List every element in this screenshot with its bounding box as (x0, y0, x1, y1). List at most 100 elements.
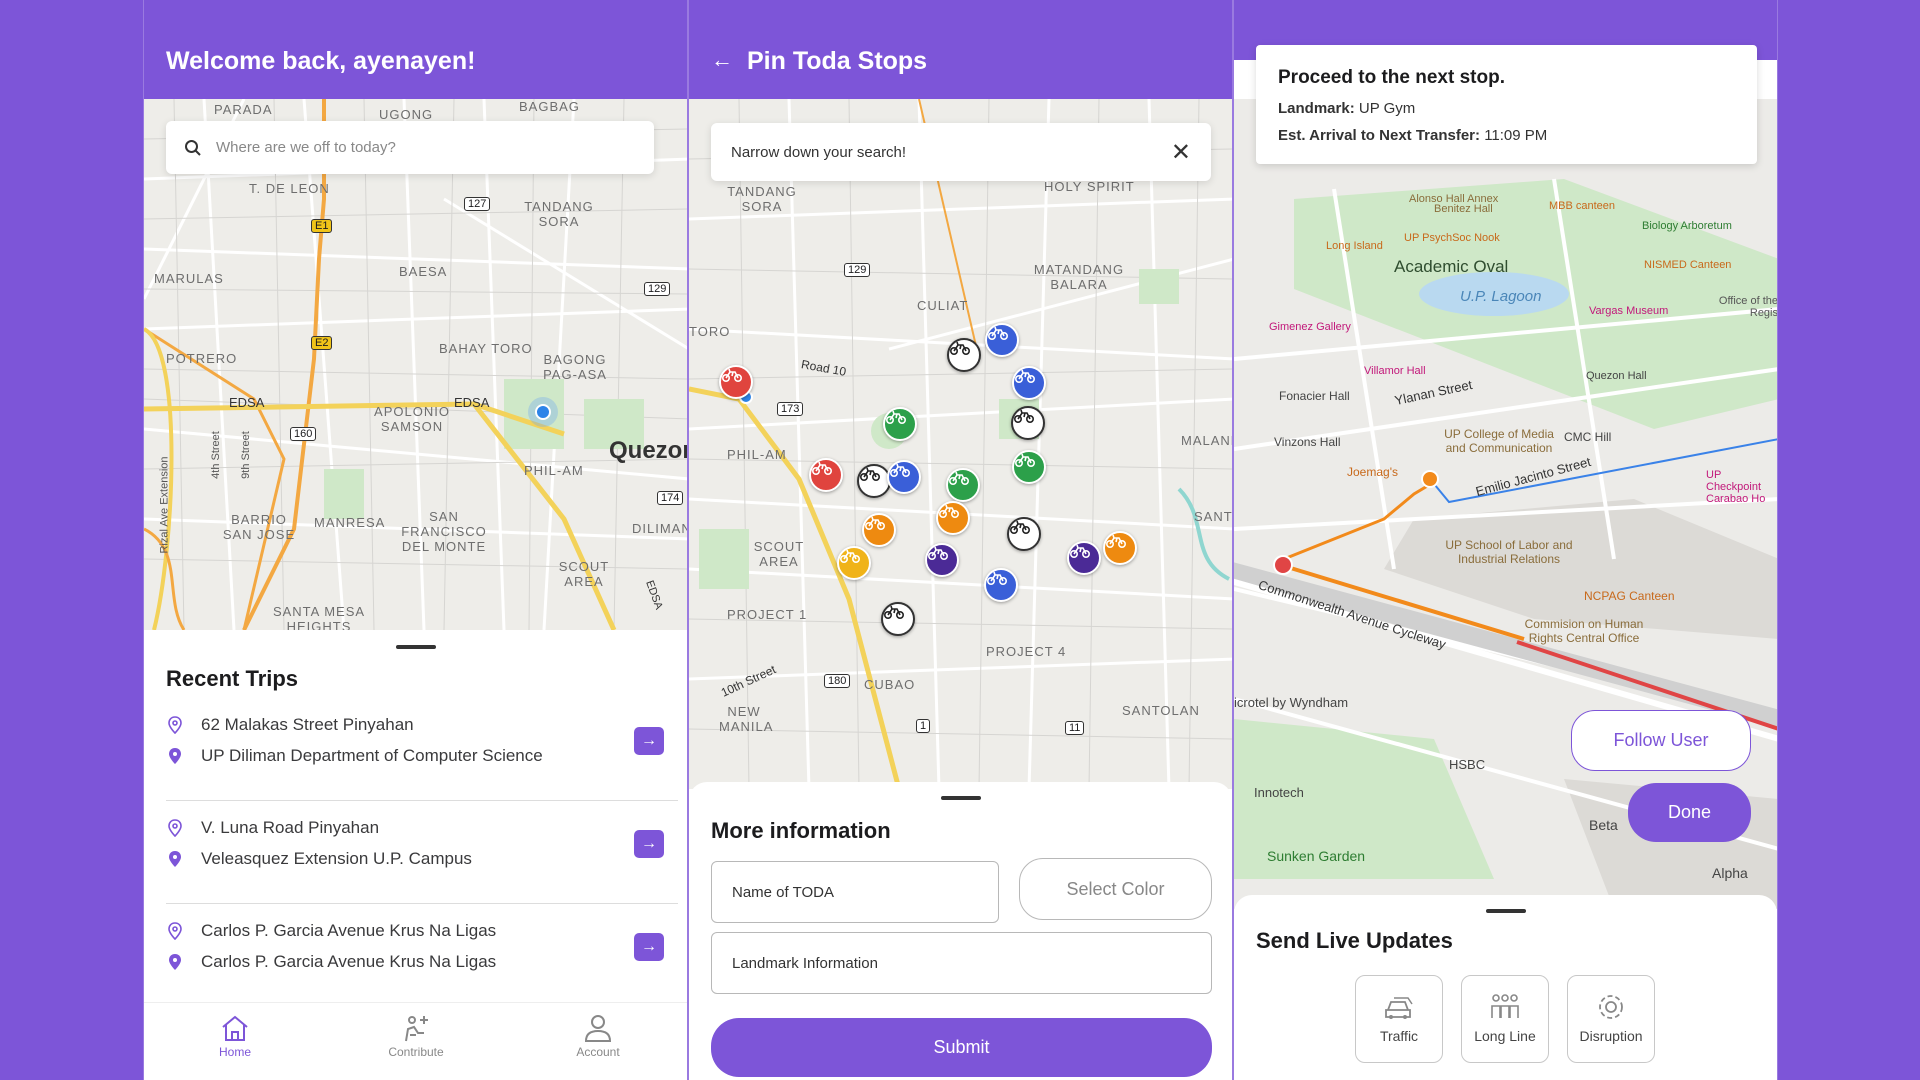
tab-account[interactable]: Account (548, 1013, 648, 1059)
tab-contribute-label: Contribute (388, 1045, 444, 1059)
tricycle-icon (811, 461, 833, 476)
map-poi-label: Vargas Museum (1589, 305, 1669, 317)
tricycle-icon (859, 467, 881, 482)
toda-stop-marker[interactable] (883, 407, 917, 441)
disruption-label: Disruption (1579, 1028, 1643, 1044)
done-button[interactable]: Done (1628, 783, 1751, 842)
disruption-button[interactable]: Disruption (1567, 975, 1655, 1063)
toda-stop-marker[interactable] (1012, 366, 1046, 400)
toda-stop-marker[interactable] (925, 543, 959, 577)
map-label: Quezon (609, 437, 687, 464)
map-poi-label: HSBC (1449, 757, 1486, 772)
map-poi-label: Vinzons Hall (1274, 435, 1341, 449)
map-label: PHIL-AM (524, 463, 584, 478)
pin-search-bar[interactable]: Narrow down your search! ✕ (711, 123, 1211, 181)
tab-contribute[interactable]: Contribute (366, 1013, 466, 1059)
tricycle-icon (721, 368, 743, 383)
select-color-button[interactable]: Select Color (1019, 858, 1212, 920)
toda-stop-marker[interactable] (1103, 531, 1137, 565)
map-label: MANRESA (314, 515, 386, 530)
map-label: BAHAY TORO (439, 341, 533, 356)
follow-user-button[interactable]: Follow User (1571, 710, 1751, 771)
arrow-right-icon: → (641, 938, 657, 955)
account-icon (584, 1015, 612, 1042)
map-label: PROJECT 1 (727, 607, 808, 622)
tricycle-icon (839, 549, 861, 564)
trip-go-button[interactable]: → (634, 830, 664, 858)
route-shield: 1 (916, 719, 931, 733)
search-placeholder: Where are we off to today? (216, 139, 396, 156)
map-label: SANTOLAN (1122, 703, 1200, 718)
map-label: BARRIO SAN JOSE (222, 512, 296, 542)
landmark-field[interactable]: Landmark Information (711, 932, 1212, 994)
toda-stop-marker[interactable] (881, 602, 915, 636)
contribute-icon (405, 1016, 428, 1042)
toda-stop-marker[interactable] (1007, 517, 1041, 551)
close-icon[interactable]: ✕ (1171, 138, 1191, 167)
tricycle-icon (883, 605, 905, 620)
toda-stop-marker[interactable] (719, 365, 753, 399)
submit-label: Submit (933, 1037, 990, 1057)
toda-stop-marker[interactable] (936, 501, 970, 535)
map-label: NEW MANILA (719, 704, 774, 734)
trip-go-button[interactable]: → (634, 727, 664, 755)
toda-stop-marker[interactable] (946, 468, 980, 502)
map-label: MALAND (1181, 433, 1232, 448)
route-shield: 160 (290, 427, 317, 441)
tricycle-icon (927, 546, 949, 561)
map-label: BAESA (399, 264, 448, 279)
origin-pin-icon (168, 922, 182, 940)
eta-label: Est. Arrival to Next Transfer: (1278, 127, 1481, 144)
sheet-grip[interactable] (1485, 909, 1526, 913)
home-search-bar[interactable]: Where are we off to today? (166, 121, 654, 174)
submit-button[interactable]: Submit (711, 1018, 1212, 1077)
select-color-label: Select Color (1066, 878, 1165, 899)
home-map[interactable]: PARADA UGONG BAGBAG T. DE LEON TANDANG S… (144, 99, 687, 630)
pin-app-bar: ← Pin Toda Stops (689, 0, 1232, 99)
trip-item[interactable]: Carlos P. Garcia Avenue Krus Na Ligas Ca… (166, 903, 678, 1007)
tab-home[interactable]: Home (185, 1013, 285, 1059)
map-poi-label: Innotech (1254, 785, 1304, 800)
toda-stop-marker[interactable] (837, 546, 871, 580)
map-label: SANTA MESA HEIGHTS (272, 604, 366, 630)
toda-stop-marker[interactable] (984, 568, 1018, 602)
home-app-bar: Welcome back, ayenayen! (144, 0, 687, 99)
sheet-grip[interactable] (940, 796, 981, 800)
toda-stop-marker[interactable] (985, 323, 1019, 357)
home-title: Welcome back, ayenayen! (166, 47, 476, 75)
map-label: MATANDANG BALARA (1033, 262, 1125, 292)
eta-value: 11:09 PM (1484, 127, 1548, 144)
toda-stop-marker[interactable] (1011, 406, 1045, 440)
long-line-label: Long Line (1474, 1028, 1536, 1044)
toda-stop-marker[interactable] (1012, 450, 1046, 484)
trip-item[interactable]: V. Luna Road Pinyahan Veleasquez Extensi… (166, 800, 678, 904)
sheet-grip[interactable] (395, 645, 436, 649)
tricycle-icon (1013, 409, 1035, 424)
toda-stop-marker[interactable] (857, 464, 891, 498)
map-poi-label: Beta (1589, 817, 1618, 833)
map-poi-label: U.P. Lagoon (1460, 288, 1542, 305)
pin-map[interactable]: HOLY SPIRIT TANDANG SORA MATANDANG BALAR… (689, 99, 1232, 789)
toda-name-field[interactable]: Name of TODA (711, 861, 999, 923)
map-label: T. DE LEON (249, 181, 330, 196)
map-poi-label: Gimenez Gallery (1269, 321, 1351, 333)
landmark-placeholder: Landmark Information (732, 954, 878, 972)
map-label: TANDANG SORA (727, 184, 797, 214)
tricycle-icon (889, 463, 911, 478)
toda-stop-marker[interactable] (887, 460, 921, 494)
map-poi-label: Office of the Regis (1718, 295, 1778, 319)
toda-stop-marker[interactable] (862, 513, 896, 547)
tricycle-icon (885, 410, 907, 425)
map-poi-label: icrotel by Wyndham (1234, 695, 1349, 710)
toda-stop-marker[interactable] (1067, 541, 1101, 575)
long-line-button[interactable]: Long Line (1461, 975, 1549, 1063)
toda-stop-marker[interactable] (809, 458, 843, 492)
traffic-button[interactable]: Traffic (1355, 975, 1443, 1063)
back-arrow-icon[interactable]: ← (711, 47, 733, 73)
map-poi-label: Sunken Garden (1267, 848, 1366, 864)
trip-item[interactable]: 62 Malakas Street Pinyahan UP Diliman De… (166, 697, 678, 801)
trip-go-button[interactable]: → (634, 933, 664, 961)
map-poi-label: Joemag's (1347, 465, 1398, 479)
toda-stop-marker[interactable] (947, 338, 981, 372)
map-poi-label: UP Checkpoint Carabao Ho (1706, 469, 1766, 505)
